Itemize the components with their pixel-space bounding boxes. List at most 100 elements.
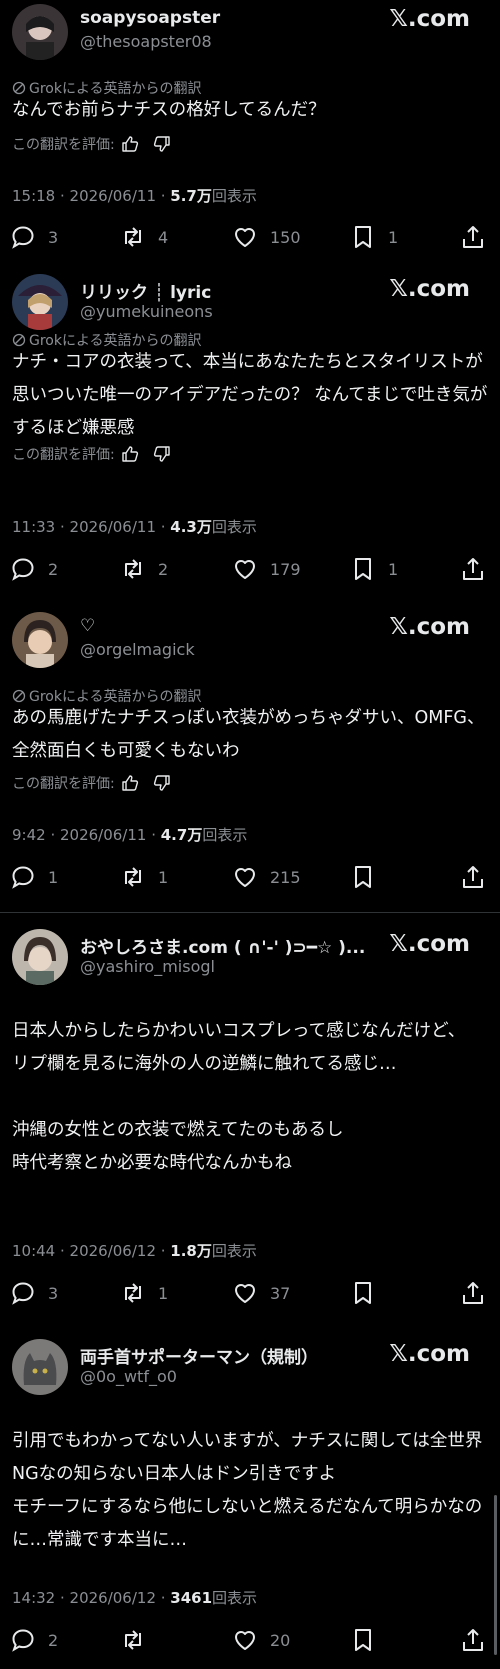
user-handle[interactable]: @0o_wtf_o0 [80,1367,177,1386]
heart-icon [235,560,255,579]
reply-button[interactable]: 3 [10,224,58,250]
timestamp[interactable]: 11:33 · 2026/06/11 · 4.3万回表示 [12,516,257,537]
display-name[interactable]: ♡ [80,616,95,636]
action-bar: 2 20 [0,1627,500,1655]
avatar[interactable] [12,612,68,668]
x-logo: 𝕏.com [389,1341,470,1367]
rate-label: この翻訳を評価: [12,137,115,153]
display-name[interactable]: おやしろさま.com ( ∩'-' )⊃━☆ )... [80,933,365,958]
views-suffix: 回表示 [212,1589,258,1607]
reply-count: 2 [48,559,59,579]
thumbs-up-icon[interactable] [121,445,139,463]
time-text: 15:18 · 2026/06/11 · [12,187,171,205]
share-button[interactable] [460,1280,486,1306]
avatar[interactable] [12,1339,68,1395]
share-button[interactable] [460,864,486,890]
timestamp[interactable]: 14:32 · 2026/06/12 · 3461回表示 [12,1587,257,1608]
speech-bubble-icon [12,866,34,889]
time-text: 9:42 · 2026/06/11 · [12,826,161,844]
repost-button[interactable]: 2 [120,556,168,582]
views-suffix: 回表示 [202,826,248,844]
like-button[interactable]: 215 [232,864,301,890]
rate-label: この翻訳を評価: [12,776,115,792]
reply-button[interactable]: 1 [10,864,58,890]
thumbs-down-icon[interactable] [153,445,171,463]
action-bar: 3 1 37 [0,1280,500,1308]
rate-label: この翻訳を評価: [12,447,115,463]
share-upload-icon [463,558,483,580]
user-handle[interactable]: @yashiro_misogl [80,957,215,976]
post-text: 日本人からしたらかわいいコスプレって感じなんだけど、 リプ欄を見るに海外の人の逆… [12,1021,466,1173]
like-button[interactable]: 150 [232,224,301,250]
timestamp[interactable]: 10:44 · 2026/06/12 · 1.8万回表示 [12,1240,257,1261]
action-bar: 2 2 179 1 [0,556,500,584]
share-button[interactable] [460,224,486,250]
bookmark-button[interactable]: 1 [350,556,398,582]
reply-button[interactable]: 2 [10,1627,58,1653]
reply-button[interactable]: 2 [10,556,58,582]
rate-translation: この翻訳を評価: [12,134,171,154]
x-logo: 𝕏.com [389,276,470,302]
scrollbar[interactable] [494,1495,497,1655]
bookmark-button[interactable] [350,864,388,890]
bookmark-icon [355,1629,371,1651]
user-handle[interactable]: @yumekuineons [80,302,213,321]
thumbs-up-icon[interactable] [121,774,139,792]
bookmark-button[interactable] [350,1627,388,1653]
display-name[interactable]: soapysoapster [80,8,220,28]
display-name[interactable]: リリック ┊ lyric [80,278,211,303]
repost-button[interactable]: 1 [120,1280,168,1306]
x-logo: 𝕏.com [389,931,470,957]
user-handle[interactable]: @thesoapster08 [80,32,212,51]
view-count: 1.8万 [170,1242,212,1260]
speech-bubble-icon [12,226,34,249]
view-count: 4.7万 [160,826,203,844]
like-count: 150 [270,227,301,247]
repost-count: 1 [158,1283,169,1303]
repost-arrows-icon [125,227,141,247]
action-bar: 1 1 215 [0,864,500,892]
timestamp[interactable]: 9:42 · 2026/06/11 · 4.7万回表示 [12,824,247,845]
repost-arrows-icon [125,559,141,579]
reply-button[interactable]: 3 [10,1280,58,1306]
grok-icon [12,689,26,703]
like-button[interactable]: 179 [232,556,301,582]
time-text: 10:44 · 2026/06/12 · [12,1242,171,1260]
heart-icon [235,228,255,247]
bookmark-button[interactable] [350,1280,388,1306]
repost-arrows-icon [125,1630,141,1650]
thumbs-down-icon[interactable] [153,135,171,153]
like-button[interactable]: 20 [232,1627,290,1653]
thumbs-up-icon[interactable] [121,135,139,153]
post-text: 引用でもわかってない人いますが、ナチスに関しては全世界NGなの知らない日本人はド… [12,1431,483,1550]
share-button[interactable] [460,1627,486,1653]
time-text: 14:32 · 2026/06/12 · [12,1589,171,1607]
timestamp[interactable]: 15:18 · 2026/06/11 · 5.7万回表示 [12,185,257,206]
like-button[interactable]: 37 [232,1280,290,1306]
bookmark-count: 1 [388,559,399,579]
repost-count: 4 [158,227,169,247]
views-suffix: 回表示 [211,1242,257,1260]
post-text: あの馬鹿げたナチスっぽい衣装がめっちゃダサい、OMFG、全然面白くも可愛くもない… [12,708,485,761]
avatar[interactable] [12,929,68,985]
bookmark-icon [355,558,371,580]
thumbs-down-icon[interactable] [153,774,171,792]
repost-arrows-icon [125,867,141,887]
views-suffix: 回表示 [211,187,257,205]
avatar[interactable] [12,274,68,330]
user-handle[interactable]: @orgelmagick [80,640,195,659]
repost-count: 2 [158,559,169,579]
bookmark-icon [355,226,371,248]
share-upload-icon [463,226,483,248]
share-upload-icon [463,866,483,888]
repost-button[interactable]: 1 [120,864,168,890]
repost-button[interactable] [120,1627,158,1653]
post-text: ナチ・コアの衣装って、本当にあなたたちとスタイリストが思いついた唯一のアイデアだ… [12,352,488,438]
repost-button[interactable]: 4 [120,224,168,250]
bookmark-button[interactable]: 1 [350,224,398,250]
share-button[interactable] [460,556,486,582]
display-name[interactable]: 両手首サポーターマン（規制） [80,1343,318,1368]
x-logo: 𝕏.com [389,6,470,32]
time-text: 11:33 · 2026/06/11 · [12,518,171,536]
avatar[interactable] [12,4,68,60]
